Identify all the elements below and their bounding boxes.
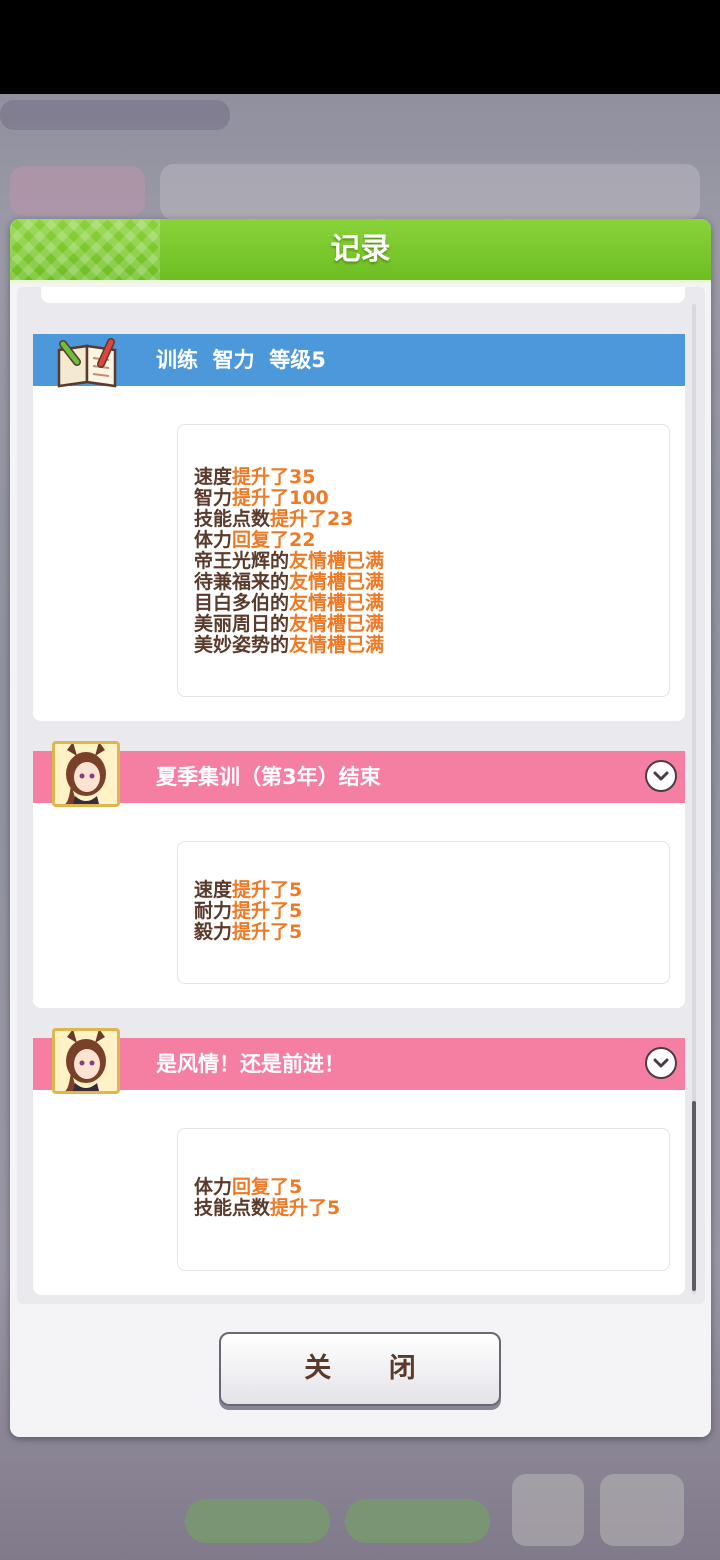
effect-value: 友情槽已满	[289, 634, 385, 656]
effect-lines: 速度提升了5 耐力提升了5 毅力提升了5	[194, 880, 302, 943]
effect-value: 友情槽已满	[289, 550, 385, 572]
notebook-pencil-icon	[57, 338, 117, 388]
dialog-footer: 关 闭	[10, 1310, 711, 1437]
dialog-header: 记录	[10, 219, 711, 283]
effect-subject: 速度	[194, 879, 233, 901]
effect-subject: 帝王光辉的	[194, 550, 290, 572]
expand-button[interactable]	[645, 1047, 677, 1079]
card-header: 是风情！还是前进！	[33, 1028, 685, 1094]
effect-line: 待兼福来的友情槽已满	[194, 572, 384, 593]
effect-subject: 耐力	[194, 900, 233, 922]
status-bar	[0, 0, 720, 94]
record-dialog: 记录 训练 智力 等级5 速度提升了35 智力提升了100 技能点数提升了23 …	[10, 219, 711, 1437]
effect-line: 技能点数提升了23	[194, 509, 384, 530]
effect-value: 回复了5	[232, 1176, 303, 1198]
effect-line: 帝王光辉的友情槽已满	[194, 551, 384, 572]
previous-card-edge	[41, 287, 685, 303]
effect-value: 友情槽已满	[289, 571, 385, 593]
effect-line: 速度提升了35	[194, 467, 384, 488]
effect-subject: 速度	[194, 466, 233, 488]
effect-value: 提升了5	[232, 879, 303, 901]
effect-value: 提升了5	[270, 1197, 341, 1219]
chevron-down-icon	[653, 771, 669, 781]
record-card-event: 夏季集训（第3年）结束 速度提升了5 耐力提升了5 毅力提升了5	[33, 741, 685, 1008]
effect-line: 速度提升了5	[194, 880, 302, 901]
chevron-down-icon	[653, 1058, 669, 1068]
card-title: 是风情！还是前进！	[156, 1052, 345, 1076]
effect-lines: 体力回复了5 技能点数提升了5	[194, 1177, 340, 1219]
effect-details: 速度提升了35 智力提升了100 技能点数提升了23 体力回复了22 帝王光辉的友情槽已…	[177, 424, 670, 697]
effect-subject: 待兼福来的	[194, 571, 290, 593]
effect-details: 体力回复了5 技能点数提升了5	[177, 1128, 670, 1271]
effect-line: 美妙姿势的友情槽已满	[194, 635, 384, 656]
record-card-training: 训练 智力 等级5 速度提升了35 智力提升了100 技能点数提升了23 体力回复了2…	[33, 334, 685, 721]
card-header: 训练 智力 等级5	[33, 334, 685, 388]
effect-line: 目白多伯的友情槽已满	[194, 593, 384, 614]
dialog-title: 记录	[330, 232, 391, 267]
scrollbar-thumb[interactable]	[692, 1101, 696, 1291]
effect-line: 毅力提升了5	[194, 922, 302, 943]
effect-subject: 体力	[194, 1176, 233, 1198]
effect-value: 友情槽已满	[289, 613, 385, 635]
effect-value: 提升了23	[270, 508, 354, 530]
effect-subject: 美丽周日的	[194, 613, 290, 635]
character-avatar	[52, 741, 120, 807]
effect-details: 速度提升了5 耐力提升了5 毅力提升了5	[177, 841, 670, 984]
effect-subject: 智力	[194, 487, 233, 509]
effect-value: 友情槽已满	[289, 592, 385, 614]
card-title: 夏季集训（第3年）结束	[156, 765, 381, 789]
effect-line: 体力回复了22	[194, 530, 384, 551]
effect-value: 提升了100	[232, 487, 329, 509]
character-avatar	[52, 1028, 120, 1094]
card-header: 夏季集训（第3年）结束	[33, 741, 685, 807]
effect-line: 美丽周日的友情槽已满	[194, 614, 384, 635]
effect-line: 智力提升了100	[194, 488, 384, 509]
effect-subject: 技能点数	[194, 508, 271, 530]
effect-line: 技能点数提升了5	[194, 1198, 340, 1219]
effect-subject: 技能点数	[194, 1197, 271, 1219]
effect-subject: 体力	[194, 529, 233, 551]
effect-subject: 毅力	[194, 921, 233, 943]
effect-subject: 美妙姿势的	[194, 634, 290, 656]
effect-lines: 速度提升了35 智力提升了100 技能点数提升了23 体力回复了22 帝王光辉的友情槽已…	[194, 467, 384, 656]
effect-value: 提升了5	[232, 921, 303, 943]
record-list[interactable]: 训练 智力 等级5 速度提升了35 智力提升了100 技能点数提升了23 体力回复了2…	[17, 287, 705, 1304]
close-button[interactable]: 关 闭	[219, 1332, 501, 1406]
effect-value: 提升了5	[232, 900, 303, 922]
record-card-event: 是风情！还是前进！ 体力回复了5 技能点数提升了5	[33, 1028, 685, 1295]
effect-value: 提升了35	[232, 466, 316, 488]
effect-value: 回复了22	[232, 529, 316, 551]
effect-line: 体力回复了5	[194, 1177, 340, 1198]
close-button-label: 关 闭	[304, 1353, 440, 1384]
effect-line: 耐力提升了5	[194, 901, 302, 922]
effect-subject: 目白多伯的	[194, 592, 290, 614]
card-title: 训练 智力 等级5	[156, 348, 326, 372]
expand-button[interactable]	[645, 760, 677, 792]
